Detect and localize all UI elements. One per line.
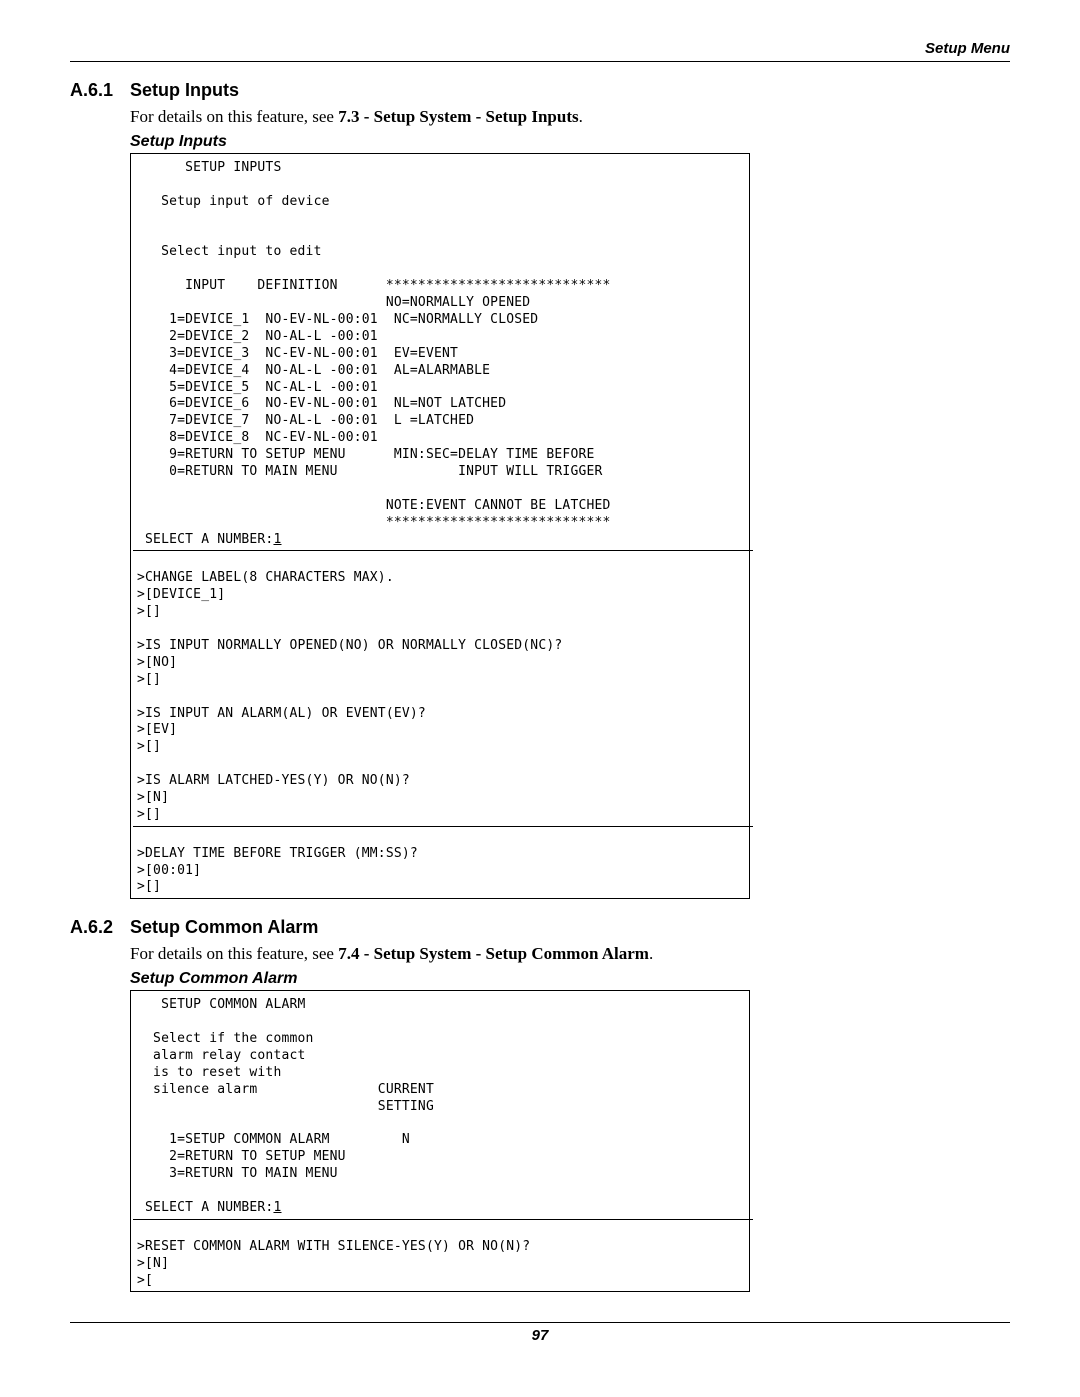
- intro-bold: 7.4 - Setup System - Setup Common Alarm: [338, 944, 649, 963]
- intro-pre: For details on this feature, see: [130, 944, 338, 963]
- terminal-content-a62b: >RESET COMMON ALARM WITH SILENCE-YES(Y) …: [137, 1222, 747, 1290]
- terminal-caption-a62: Setup Common Alarm: [130, 970, 1010, 988]
- divider: [133, 826, 753, 827]
- select-number-input: 1: [273, 1200, 281, 1215]
- select-number-input: 1: [273, 532, 281, 547]
- intro-bold: 7.3 - Setup System - Setup Inputs: [338, 107, 578, 126]
- section-number: A.6.1: [70, 80, 130, 101]
- section-heading-a62: A.6.2Setup Common Alarm: [70, 917, 1010, 938]
- section-number: A.6.2: [70, 917, 130, 938]
- divider: [133, 550, 753, 551]
- section-intro-a61: For details on this feature, see 7.3 - S…: [130, 107, 1010, 127]
- terminal-content-a62: SETUP COMMON ALARM Select if the common …: [137, 997, 747, 1217]
- terminal-caption-a61: Setup Inputs: [130, 133, 1010, 151]
- page-footer: 97: [70, 1322, 1010, 1344]
- section-title: Setup Inputs: [130, 80, 239, 100]
- section-title: Setup Common Alarm: [130, 917, 318, 937]
- section-heading-a61: A.6.1Setup Inputs: [70, 80, 1010, 101]
- section-intro-a62: For details on this feature, see 7.4 - S…: [130, 944, 1010, 964]
- page-header: Setup Menu: [70, 40, 1010, 62]
- terminal-content-a61b: >CHANGE LABEL(8 CHARACTERS MAX). >[DEVIC…: [137, 553, 747, 823]
- intro-pre: For details on this feature, see: [130, 107, 338, 126]
- intro-post: .: [579, 107, 583, 126]
- page-number: 97: [532, 1327, 549, 1344]
- terminal-setup-inputs: SETUP INPUTS Setup input of device Selec…: [130, 153, 750, 899]
- terminal-content-a61c: >DELAY TIME BEFORE TRIGGER (MM:SS)? >[00…: [137, 829, 747, 897]
- divider: [133, 1219, 753, 1220]
- terminal-content-a61: SETUP INPUTS Setup input of device Selec…: [137, 160, 747, 548]
- terminal-setup-common-alarm: SETUP COMMON ALARM Select if the common …: [130, 990, 750, 1292]
- intro-post: .: [649, 944, 653, 963]
